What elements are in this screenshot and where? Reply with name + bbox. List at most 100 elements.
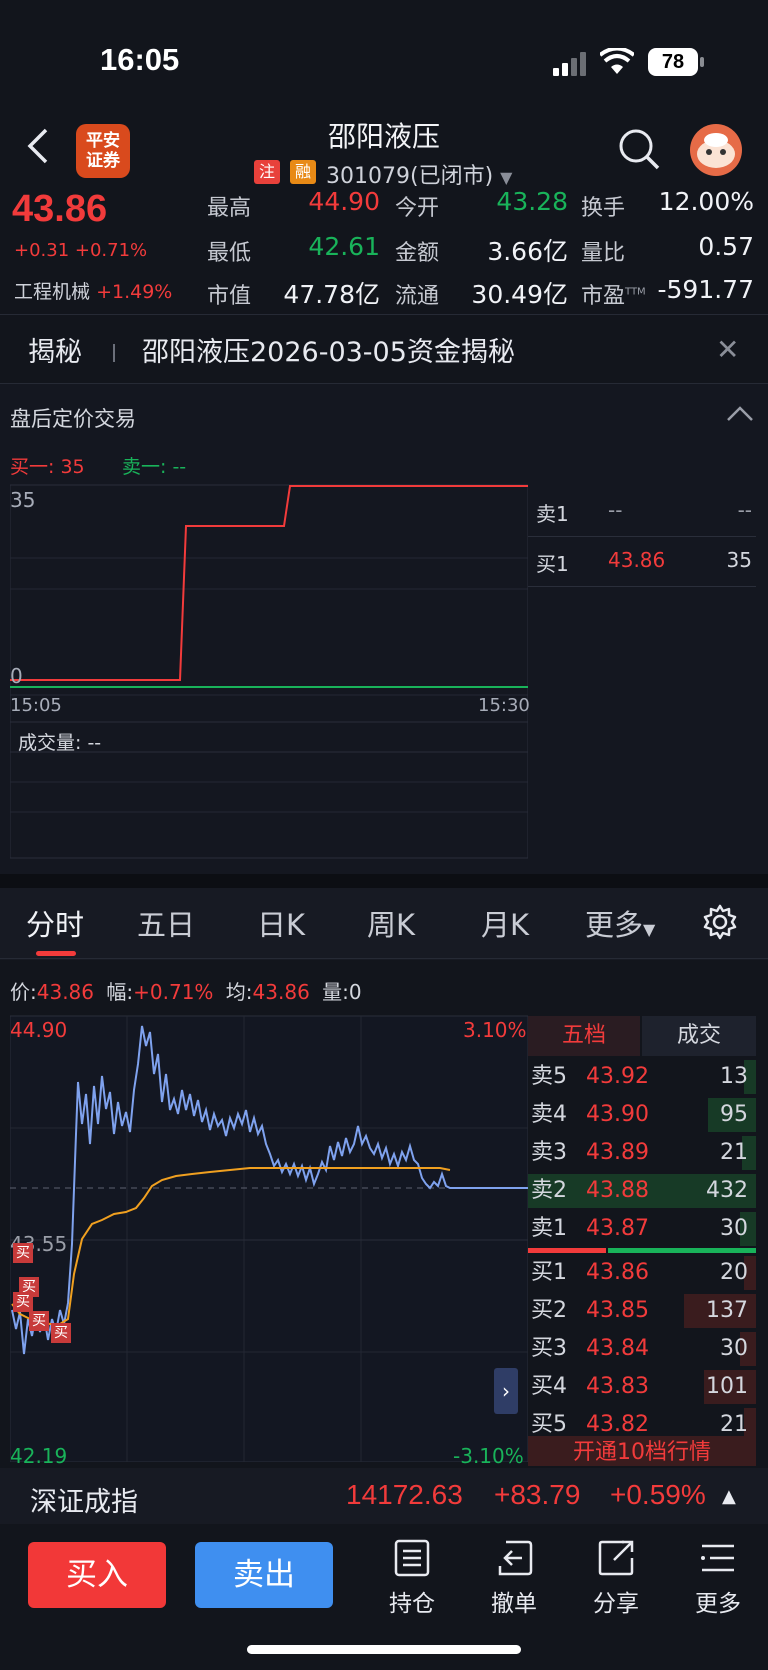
tab-trades[interactable]: 成交 — [642, 1016, 756, 1056]
ah-x-end: 15:30 — [478, 695, 530, 716]
expand-arrow-button[interactable]: › — [494, 1368, 518, 1414]
ah-volume-label: 成交量: -- — [18, 732, 102, 754]
battery-indicator: 78 — [648, 48, 704, 76]
info-range: +0.71% — [133, 980, 214, 1004]
divider — [0, 314, 768, 315]
stock-code: 301079(已闭市) — [326, 164, 494, 189]
ask-row: 卖1 43.87 30 — [528, 1210, 756, 1248]
after-hours-book: 卖1 -- -- 买1 43.86 35 — [528, 486, 756, 587]
buy-marker[interactable]: 买 — [29, 1311, 49, 1331]
holdings-icon — [394, 1539, 430, 1577]
amount-value: 3.66亿 — [487, 237, 568, 266]
tab-intraday[interactable]: 分时 — [26, 902, 84, 944]
status-time: 16:05 — [100, 42, 180, 77]
ah-y-bottom: 0 — [10, 664, 23, 688]
bid-row: 买4 43.83 101 — [528, 1368, 756, 1406]
ask-row: 卖5 43.92 13 — [528, 1058, 756, 1096]
share-icon — [598, 1540, 634, 1576]
tab-five-levels[interactable]: 五档 — [528, 1016, 640, 1056]
share-button[interactable]: 分享 — [576, 1538, 656, 1618]
turnover-label: 换手 — [581, 196, 626, 221]
tab-monthly-k[interactable]: 月K — [481, 902, 529, 944]
index-pct: +0.59% — [610, 1479, 706, 1510]
banner-title[interactable]: 揭秘 — [28, 330, 82, 369]
intraday-pct-top: 3.10% — [463, 1018, 527, 1042]
ah-book-qty: -- — [737, 498, 752, 522]
bid-ask-ratio-bar-green — [608, 1248, 756, 1253]
low-label: 最低 — [207, 241, 252, 266]
stock-code-dropdown[interactable]: 301079(已闭市) ▼ — [326, 158, 512, 190]
cancel-order-button[interactable]: 撤单 — [474, 1538, 554, 1618]
open-value: 43.28 — [496, 187, 568, 216]
ah-book-qty: 35 — [726, 548, 752, 572]
after-hours-chart — [10, 484, 528, 859]
divider — [0, 958, 768, 959]
bid-row: 买2 43.85 137 — [528, 1292, 756, 1330]
banner-link[interactable]: 邵阳液压2026-03-05资金揭秘 — [142, 330, 515, 369]
menu-icon — [701, 1544, 734, 1572]
tab-daily-k[interactable]: 日K — [257, 902, 305, 944]
intraday-y-top: 44.90 — [10, 1018, 68, 1042]
mktcap-label: 市值 — [207, 284, 252, 309]
margin-tag: 注 — [254, 160, 280, 184]
high-label: 最高 — [207, 196, 252, 221]
pe-label: 市盈TTM — [581, 284, 646, 309]
info-price: 43.86 — [36, 980, 95, 1004]
tab-weekly-k[interactable]: 周K — [367, 902, 415, 944]
search-icon[interactable] — [617, 127, 661, 171]
ah-book-price: 43.86 — [608, 548, 666, 572]
avatar[interactable] — [690, 124, 742, 176]
banner-separator — [113, 344, 115, 362]
after-hours-sell1: 卖一: -- — [122, 456, 187, 478]
after-hours-buy1: 买一: 35 — [10, 456, 85, 478]
wifi-icon — [598, 46, 636, 76]
ask-row: 卖2 43.88 432 — [528, 1172, 756, 1210]
buy-marker[interactable]: 买 — [51, 1323, 71, 1343]
tab-five-day[interactable]: 五日 — [137, 902, 195, 944]
ah-book-price: -- — [608, 498, 623, 522]
ask-row: 卖3 43.89 21 — [528, 1134, 756, 1172]
section-gap — [0, 874, 768, 888]
high-value: 44.90 — [308, 187, 380, 216]
chevron-down-icon: ▼ — [500, 168, 513, 187]
financing-tag: 融 — [290, 160, 316, 184]
buy-marker[interactable]: 买 — [13, 1243, 33, 1263]
industry-change: +1.49% — [96, 281, 173, 303]
ah-book-label: 卖1 — [536, 502, 569, 526]
turnover-value: 12.00% — [658, 187, 754, 216]
ah-x-start: 15:05 — [10, 695, 62, 716]
index-value: 14172.63 — [346, 1479, 463, 1510]
intraday-pct-bottom: -3.10% — [453, 1444, 524, 1468]
home-indicator[interactable] — [247, 1645, 521, 1654]
amount-label: 金额 — [395, 241, 440, 266]
industry-link[interactable]: 工程机械 +1.49% — [14, 277, 172, 304]
mktcap-value: 47.78亿 — [283, 280, 380, 309]
tab-underline — [36, 951, 76, 956]
after-hours-title: 盘后定价交易 — [10, 407, 136, 431]
sell-button[interactable]: 卖出 — [195, 1542, 333, 1608]
holdings-button[interactable]: 持仓 — [372, 1538, 452, 1618]
pe-value: -591.77 — [657, 275, 755, 304]
tab-more[interactable]: 更多▼ — [585, 902, 655, 944]
cancel-order-icon — [498, 1540, 533, 1576]
divider — [528, 586, 756, 587]
open-10-level-button[interactable]: 开通10档行情 — [528, 1436, 756, 1466]
intraday-y-bottom: 42.19 — [10, 1444, 68, 1468]
more-button[interactable]: 更多 — [678, 1538, 758, 1618]
buy-marker[interactable]: 买 — [13, 1292, 33, 1312]
ah-y-top: 35 — [10, 488, 36, 512]
signal-icon — [553, 52, 587, 76]
intraday-chart — [10, 1015, 528, 1462]
price-change: +0.31 +0.71% — [14, 240, 148, 261]
vol-ratio-value: 0.57 — [698, 232, 754, 261]
index-name: 深证成指 — [30, 1487, 138, 1518]
bid-row: 买1 43.86 20 — [528, 1254, 756, 1292]
industry-name: 工程机械 — [14, 281, 91, 303]
caret-down-icon: ▼ — [643, 920, 656, 939]
gear-icon[interactable] — [702, 904, 738, 940]
chevron-up-icon[interactable] — [726, 404, 754, 422]
open-label: 今开 — [395, 196, 440, 221]
buy-button[interactable]: 买入 — [28, 1542, 166, 1608]
vol-ratio-label: 量比 — [581, 241, 626, 266]
close-icon[interactable]: ✕ — [716, 333, 739, 366]
